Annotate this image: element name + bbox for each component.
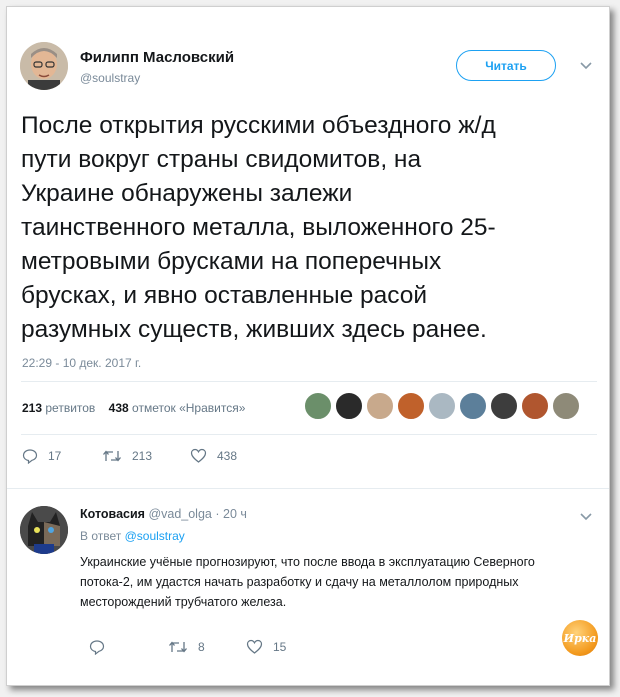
heart-icon [246,639,263,654]
divider [7,488,609,489]
liker-avatar[interactable] [520,391,550,421]
follow-button[interactable]: Читать [456,50,556,81]
reply-time[interactable]: · 20 ч [215,507,247,521]
tweet-actions: 17 213 438 [7,448,607,468]
liker-avatar[interactable] [365,391,395,421]
heart-icon [190,448,207,463]
reply-retweet-count: 8 [198,640,205,654]
retweet-icon [169,641,187,653]
reply-count: 17 [48,449,62,463]
divider [21,434,597,435]
liker-avatar[interactable] [551,391,581,421]
in-reply-handle[interactable]: @soulstray [125,529,185,543]
reply-icon [22,449,38,464]
author-name[interactable]: Филипп Масловский [80,49,234,66]
reply-author-avatar[interactable] [20,506,68,554]
tweet-header: Филипп Масловский @soulstray Читать [7,7,609,97]
tweet-card: Филипп Масловский @soulstray Читать Посл… [6,6,610,686]
reply-button[interactable] [89,639,115,655]
reply-author-name[interactable]: Котовасия [80,507,145,521]
reply-button[interactable]: 17 [22,448,61,464]
reply-icon [89,640,105,655]
watermark-text: Ирка [563,631,597,645]
reply-header: Котовасия @vad_olga · 20 ч [80,507,247,521]
reply-like-count: 15 [273,640,287,654]
likes-label[interactable]: отметок «Нравится» [132,401,245,415]
author-handle[interactable]: @soulstray [80,71,140,85]
like-count: 438 [217,449,238,463]
liker-avatar[interactable] [303,391,333,421]
likes-count[interactable]: 438 [109,401,129,415]
retweets-count[interactable]: 213 [22,401,42,415]
in-reply-to: В ответ @soulstray [80,529,185,543]
retweets-label[interactable]: ретвитов [45,401,95,415]
author-avatar[interactable] [20,42,68,90]
retweet-count: 213 [132,449,153,463]
liker-avatar[interactable] [427,391,457,421]
retweet-icon [103,450,121,462]
like-button[interactable]: 15 [246,639,286,655]
chevron-down-icon[interactable] [579,510,593,524]
tweet-stats: 213 ретвитов 438 отметок «Нравится» [22,401,245,415]
retweet-button[interactable]: 213 [102,448,152,464]
liker-avatar[interactable] [334,391,364,421]
chevron-down-icon[interactable] [579,59,593,73]
liker-avatar[interactable] [489,391,519,421]
reply-text: Украинские учёные прогнозируют, что посл… [80,555,535,609]
like-button[interactable]: 438 [190,448,237,464]
tweet-text: После открытия русскими объездного ж/д п… [21,112,496,343]
tweet-timestamp[interactable]: 22:29 - 10 дек. 2017 г. [22,356,141,370]
reply-tweet: Котовасия @vad_olga · 20 ч В ответ @soul… [7,490,609,685]
reply-author-handle[interactable]: @vad_olga [148,507,211,521]
liker-avatar[interactable] [396,391,426,421]
site-watermark-logo: Ирка [562,620,598,656]
liker-avatar[interactable] [458,391,488,421]
in-reply-prefix: В ответ [80,529,122,543]
divider [21,381,597,382]
retweet-button[interactable]: 8 [168,639,205,655]
